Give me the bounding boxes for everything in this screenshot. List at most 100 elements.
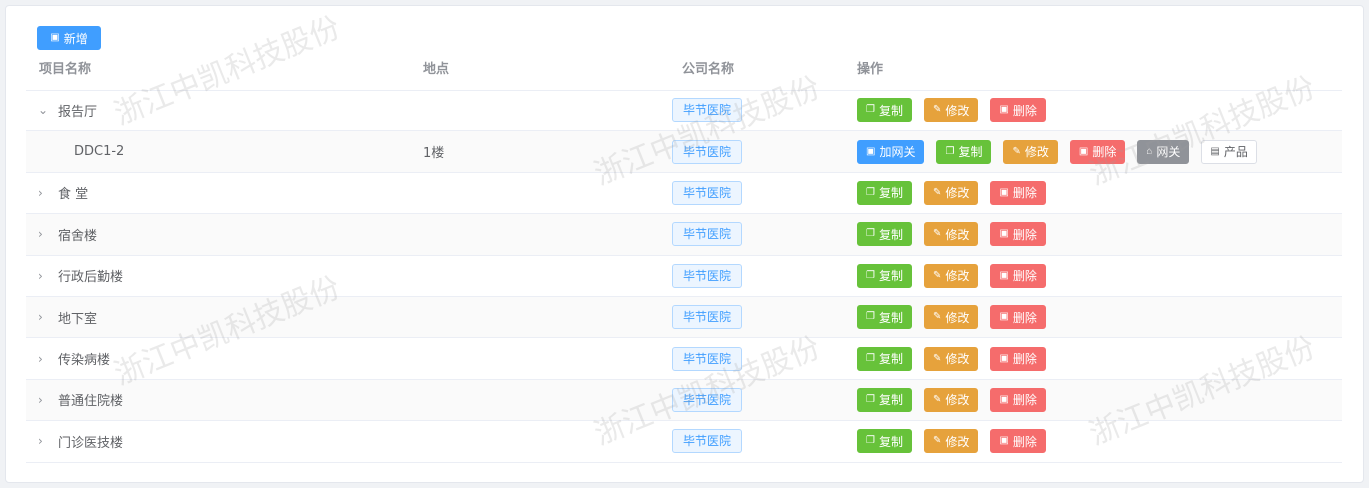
edit-button-label: 修改 xyxy=(945,186,970,201)
header-location: 地点 xyxy=(423,62,450,77)
cell-location xyxy=(423,421,623,461)
copy-button[interactable]: ❐ 复制 xyxy=(857,305,912,330)
cell-location: 1楼 xyxy=(423,131,623,171)
delete-icon: ▣ xyxy=(999,311,1009,323)
edit-button[interactable]: ✎ 修改 xyxy=(923,387,979,412)
cell-location xyxy=(423,380,623,420)
chevron-right-icon[interactable]: › xyxy=(38,352,58,366)
cell-company: 毕节医院 xyxy=(672,173,852,213)
delete-button[interactable]: ▣ 删除 xyxy=(990,263,1046,288)
company-tag: 毕节医院 xyxy=(672,387,743,412)
chevron-down-icon[interactable]: ⌄ xyxy=(38,103,58,117)
delete-button-label: 删除 xyxy=(1012,186,1037,201)
delete-button[interactable]: ▣ 删除 xyxy=(990,222,1046,247)
chevron-right-icon[interactable]: › xyxy=(38,393,58,407)
table-row: ⌄ 报告厅 毕节医院 ❐ 复制 ✎ 修改 ▣ 删除 xyxy=(26,90,1342,132)
chevron-right-icon[interactable]: › xyxy=(38,186,58,200)
copy-button-label: 复制 xyxy=(878,269,903,284)
table-header: 项目名称 地点 公司名称 操作 xyxy=(26,51,1342,91)
product-button[interactable]: ▤ 产品 xyxy=(1201,139,1257,164)
main-card: ▣ 新增 项目名称 地点 公司名称 操作 ⌄ 报告厅 毕节医院 ❐ 复制 ✎ 修改 ▣ 删除 DD… xyxy=(5,5,1364,483)
edit-button-label: 修改 xyxy=(945,310,970,325)
edit-button[interactable]: ✎ 修改 xyxy=(923,98,979,123)
edit-button[interactable]: ✎ 修改 xyxy=(923,222,979,247)
add-gateway-button[interactable]: ▣ 加网关 xyxy=(857,139,925,164)
copy-button-label: 复制 xyxy=(878,393,903,408)
add-button-label: 新增 xyxy=(63,31,88,46)
chevron-right-icon[interactable]: › xyxy=(38,227,58,241)
add-button[interactable]: ▣ 新增 xyxy=(37,26,101,50)
edit-button[interactable]: ✎ 修改 xyxy=(923,429,979,454)
chevron-right-icon[interactable]: › xyxy=(38,269,58,283)
copy-button-label: 复制 xyxy=(878,227,903,242)
cell-actions: ❐ 复制 ✎ 修改 ▣ 删除 xyxy=(857,173,1337,213)
edit-icon: ✎ xyxy=(932,228,942,240)
delete-button[interactable]: ▣ 删除 xyxy=(990,387,1046,412)
company-tag: 毕节医院 xyxy=(672,98,743,123)
delete-button[interactable]: ▣ 删除 xyxy=(990,98,1046,123)
edit-button[interactable]: ✎ 修改 xyxy=(923,305,979,330)
delete-button[interactable]: ▣ 删除 xyxy=(990,346,1046,371)
copy-button[interactable]: ❐ 复制 xyxy=(857,263,912,288)
header-name: 项目名称 xyxy=(39,62,92,77)
chevron-right-icon[interactable]: › xyxy=(38,310,58,324)
edit-button-label: 修改 xyxy=(945,393,970,408)
cell-location xyxy=(423,297,623,337)
edit-icon: ✎ xyxy=(932,104,942,116)
project-name: 报告厅 xyxy=(58,104,98,120)
copy-button[interactable]: ❐ 复制 xyxy=(936,139,992,164)
cell-company: 毕节医院 xyxy=(672,256,852,296)
delete-button-label: 删除 xyxy=(1012,434,1037,449)
cell-company: 毕节医院 xyxy=(672,380,852,420)
cell-project-name: › 行政后勤楼 xyxy=(38,256,398,296)
gateway-button[interactable]: ⌂ 网关 xyxy=(1137,139,1190,164)
cell-company: 毕节医院 xyxy=(672,131,852,171)
edit-icon: ✎ xyxy=(932,435,942,447)
cell-company: 毕节医院 xyxy=(672,214,852,254)
delete-button[interactable]: ▣ 删除 xyxy=(1069,139,1126,164)
edit-icon: ✎ xyxy=(932,352,942,364)
company-tag: 毕节医院 xyxy=(672,180,743,205)
delete-icon: ▣ xyxy=(1078,145,1089,157)
header-actions: 操作 xyxy=(857,62,884,77)
copy-button[interactable]: ❐ 复制 xyxy=(857,222,912,247)
table-row: › 地下室 毕节医院 ❐ 复制 ✎ 修改 ▣ 删除 xyxy=(26,296,1342,339)
cell-actions: ❐ 复制 ✎ 修改 ▣ 删除 xyxy=(857,90,1337,130)
copy-button[interactable]: ❐ 复制 xyxy=(857,429,912,454)
copy-button[interactable]: ❐ 复制 xyxy=(857,346,912,371)
gateway-button-label: 网关 xyxy=(1156,145,1181,160)
table-row: DDC1-2 1楼 毕节医院 ▣ 加网关 ❐ 复制 ✎ 修改 ▣ 删除 ⌂ 网关 ▤ 产品 xyxy=(26,131,1342,173)
edit-button[interactable]: ✎ 修改 xyxy=(1003,139,1058,164)
project-name: 宿舍楼 xyxy=(58,228,98,244)
delete-icon: ▣ xyxy=(999,393,1009,405)
project-name: 地下室 xyxy=(58,311,98,327)
cell-project-name: › 传染病楼 xyxy=(38,338,398,378)
chevron-right-icon[interactable]: › xyxy=(38,434,58,448)
delete-button-label: 删除 xyxy=(1012,227,1037,242)
cell-project-name: › 地下室 xyxy=(38,297,398,337)
copy-icon: ❐ xyxy=(866,186,875,198)
edit-button[interactable]: ✎ 修改 xyxy=(923,346,979,371)
delete-button[interactable]: ▣ 删除 xyxy=(990,305,1046,330)
company-tag: 毕节医院 xyxy=(672,305,743,330)
delete-button-label: 删除 xyxy=(1012,393,1037,408)
cell-location xyxy=(423,338,623,378)
cell-project-name: › 普通住院楼 xyxy=(38,380,398,420)
copy-icon: ❐ xyxy=(866,311,875,323)
cell-company: 毕节医院 xyxy=(672,338,852,378)
cell-actions: ❐ 复制 ✎ 修改 ▣ 删除 xyxy=(857,338,1337,378)
cell-actions: ❐ 复制 ✎ 修改 ▣ 删除 xyxy=(857,380,1337,420)
delete-button[interactable]: ▣ 删除 xyxy=(990,429,1046,454)
copy-button[interactable]: ❐ 复制 xyxy=(857,387,912,412)
table-row: › 食 堂 毕节医院 ❐ 复制 ✎ 修改 ▣ 删除 xyxy=(26,173,1342,215)
edit-icon: ✎ xyxy=(1012,145,1021,157)
gateway-icon: ⌂ xyxy=(1146,145,1153,157)
copy-button[interactable]: ❐ 复制 xyxy=(857,180,912,205)
table-row: › 门诊医技楼 毕节医院 ❐ 复制 ✎ 修改 ▣ 删除 xyxy=(26,421,1342,463)
edit-button[interactable]: ✎ 修改 xyxy=(923,180,979,205)
delete-button[interactable]: ▣ 删除 xyxy=(990,180,1046,205)
copy-button[interactable]: ❐ 复制 xyxy=(857,98,912,123)
edit-button[interactable]: ✎ 修改 xyxy=(923,263,979,288)
copy-icon: ❐ xyxy=(866,352,875,364)
copy-button-label: 复制 xyxy=(878,186,903,201)
